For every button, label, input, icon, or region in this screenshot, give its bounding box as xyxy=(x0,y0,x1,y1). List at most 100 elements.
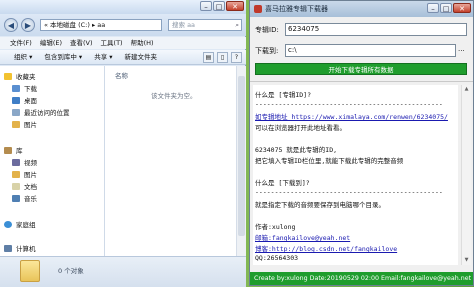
album-id-label: 专辑ID: xyxy=(255,26,279,34)
info-line: 什么是 [专辑ID]? xyxy=(255,91,311,99)
library-icon xyxy=(4,147,12,154)
info-line: ----------------------------------------… xyxy=(255,188,443,196)
file-list[interactable]: 名称 该文件夹为空。 xyxy=(105,66,236,256)
view-options-icon[interactable]: ▤ xyxy=(203,52,214,63)
pictures-icon xyxy=(12,121,20,128)
file-list-scrollbar[interactable] xyxy=(236,66,246,256)
info-line[interactable]: 博客:http://blog.csdn.net/fangkailove xyxy=(255,243,397,253)
minimize-button[interactable]: – xyxy=(427,3,439,13)
organize-button[interactable]: 组织 ▾ xyxy=(14,50,32,64)
nav-label: 桌面 xyxy=(24,97,37,105)
scrollbar-thumb[interactable] xyxy=(238,76,245,236)
documents-icon xyxy=(12,183,20,190)
help-icon[interactable]: ? xyxy=(231,52,242,63)
preview-pane-icon[interactable]: ▯ xyxy=(217,52,228,63)
nav-label: 计算机 xyxy=(16,245,36,253)
nav-label: 收藏夹 xyxy=(16,73,36,81)
maximize-button[interactable]: □ xyxy=(440,3,452,13)
forward-arrow-icon[interactable]: ▶ xyxy=(21,18,35,32)
back-arrow-icon[interactable]: ◀ xyxy=(4,18,18,32)
search-placeholder: 搜索 aa xyxy=(172,21,196,29)
new-folder-button[interactable]: 新建文件夹 xyxy=(125,50,158,64)
column-header-name[interactable]: 名称 xyxy=(115,70,128,80)
explorer-window: – □ ✕ ◀ ▶ « 本地磁盘 (C:) ▸ aa 搜索 aa ⌕ 文件(F)… xyxy=(0,0,246,287)
nav-pictures-library[interactable]: 图片 xyxy=(12,170,104,181)
scroll-up-icon[interactable]: ▲ xyxy=(462,85,471,94)
command-toolbar: 组织 ▾ 包含到库中 ▾ 共享 ▾ 新建文件夹 ▤ ▯ ? xyxy=(0,50,246,65)
computer-icon xyxy=(4,245,12,252)
menu-help[interactable]: 帮助(H) xyxy=(131,37,154,49)
nav-music[interactable]: 音乐 xyxy=(12,194,104,205)
downloader-titlebar: 喜马拉雅专辑下载器 – □ ✕ xyxy=(250,1,473,17)
browse-button[interactable]: ... xyxy=(458,45,465,53)
download-to-label: 下载到: xyxy=(255,47,279,55)
downloader-window: 喜马拉雅专辑下载器 – □ ✕ 专辑ID: 6234075 下载到: c:\ .… xyxy=(249,0,474,286)
nav-label: 视频 xyxy=(24,159,37,167)
maximize-button[interactable]: □ xyxy=(213,1,225,11)
divider xyxy=(250,81,473,82)
empty-folder-message: 该文件夹为空。 xyxy=(151,92,197,100)
start-download-button[interactable]: 开始下载专辑所有数据 xyxy=(255,63,467,75)
address-row: ◀ ▶ « 本地磁盘 (C:) ▸ aa 搜索 aa ⌕ xyxy=(0,14,246,36)
nav-label: 图片 xyxy=(24,171,37,179)
album-id-field[interactable]: 6234075 xyxy=(285,23,467,36)
minimize-button[interactable]: – xyxy=(200,1,212,11)
nav-label: 音乐 xyxy=(24,195,37,203)
nav-pictures[interactable]: 图片 xyxy=(12,120,104,131)
share-button[interactable]: 共享 ▾ xyxy=(94,50,112,64)
info-line: 可以在浏览器打开此地址看看。 xyxy=(255,124,346,132)
close-button[interactable]: ✕ xyxy=(226,1,244,11)
download-folder-icon xyxy=(12,85,20,92)
info-line: QQ:26564303 xyxy=(255,254,299,262)
nav-computer[interactable]: 计算机 xyxy=(4,244,104,255)
nav-recent-places[interactable]: 最近访问的位置 xyxy=(12,108,104,119)
search-input[interactable]: 搜索 aa ⌕ xyxy=(168,19,242,31)
address-bar[interactable]: « 本地磁盘 (C:) ▸ aa xyxy=(40,19,162,31)
menu-view[interactable]: 查看(V) xyxy=(70,37,93,49)
status-footer: Create by:xulong Date:20190529 02:00 Ema… xyxy=(250,272,473,285)
app-icon xyxy=(254,5,262,13)
item-count: 0 个对象 xyxy=(58,267,84,275)
info-line[interactable]: 如专辑地址 https://www.ximalaya.com/renwen/62… xyxy=(255,111,448,121)
nav-label: 家庭组 xyxy=(16,221,36,229)
info-scrollbar[interactable]: ▲ ▼ xyxy=(461,85,471,265)
details-pane: 0 个对象 xyxy=(0,256,246,287)
nav-label: 文档 xyxy=(24,183,37,191)
navigation-pane: 收藏夹 下载 桌面 最近访问的位置 图片 库 视频 图片 文档 音乐 家庭组 计… xyxy=(0,66,105,256)
nav-label: 库 xyxy=(16,147,23,155)
info-line: 把它填入专辑ID栏位里,就能下载此专辑的完整音频 xyxy=(255,157,404,165)
info-line: 作者:xulong xyxy=(255,223,296,231)
nav-libraries[interactable]: 库 xyxy=(4,146,104,157)
music-icon xyxy=(12,195,20,202)
info-line[interactable]: 邮箱:fangkailove@yeah.net xyxy=(255,232,350,242)
nav-downloads[interactable]: 下载 xyxy=(12,84,104,95)
nav-label: 图片 xyxy=(24,121,37,129)
menu-file[interactable]: 文件(F) xyxy=(10,37,32,49)
window-title: 喜马拉雅专辑下载器 xyxy=(265,5,328,13)
scroll-down-icon[interactable]: ▼ xyxy=(462,256,471,265)
star-icon xyxy=(4,73,12,80)
info-line: 就是指定下载的音频要保存到电脑哪个目录。 xyxy=(255,201,385,209)
folder-icon xyxy=(20,260,40,282)
info-line: 6234075 就是此专辑的ID, xyxy=(255,146,338,154)
nav-label: 下载 xyxy=(24,85,37,93)
nav-documents[interactable]: 文档 xyxy=(12,182,104,193)
download-path-field[interactable]: c:\ xyxy=(285,44,456,57)
nav-homegroup[interactable]: 家庭组 xyxy=(4,220,104,231)
search-icon: ⌕ xyxy=(235,21,239,29)
info-line: ----------------------------------------… xyxy=(255,100,443,108)
menu-edit[interactable]: 编辑(E) xyxy=(40,37,62,49)
menu-tools[interactable]: 工具(T) xyxy=(101,37,123,49)
info-line: 什么是 [下载到]? xyxy=(255,179,310,187)
nav-favorites[interactable]: 收藏夹 xyxy=(4,72,104,83)
explorer-titlebar: – □ ✕ xyxy=(0,0,246,14)
info-text-area[interactable]: 什么是 [专辑ID]? -----------------------------… xyxy=(253,85,458,265)
homegroup-icon xyxy=(4,221,12,228)
close-button[interactable]: ✕ xyxy=(453,3,471,13)
pictures-icon xyxy=(12,171,20,178)
include-in-library-button[interactable]: 包含到库中 ▾ xyxy=(44,50,82,64)
nav-videos[interactable]: 视频 xyxy=(12,158,104,169)
nav-desktop[interactable]: 桌面 xyxy=(12,96,104,107)
recent-places-icon xyxy=(12,109,20,116)
videos-icon xyxy=(12,159,20,166)
